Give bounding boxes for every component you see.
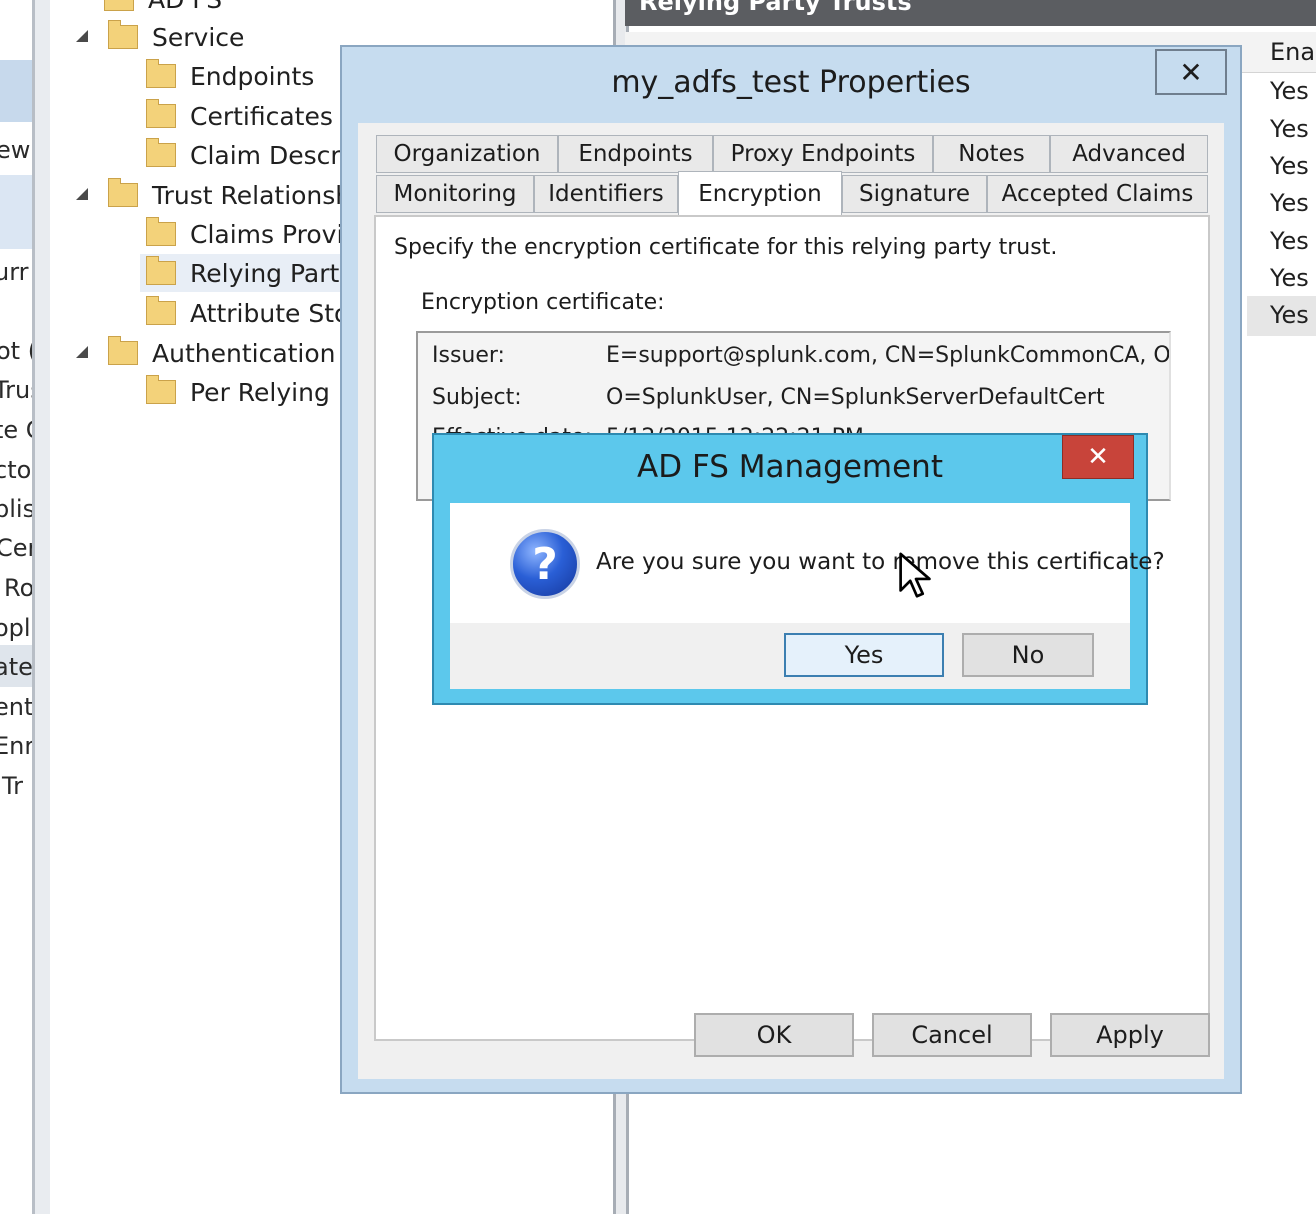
expand-arrow-icon[interactable] xyxy=(74,188,88,202)
tree-item-service[interactable]: Service xyxy=(74,18,244,56)
left-fragment[interactable]: urr xyxy=(0,258,29,286)
list-cell-enabled[interactable]: Yes xyxy=(1270,77,1309,105)
left-fragment[interactable]: ates xyxy=(0,653,34,681)
expand-arrow-icon[interactable] xyxy=(74,30,88,44)
no-button[interactable]: No xyxy=(962,633,1094,677)
yes-button[interactable]: Yes xyxy=(784,633,944,677)
tree-item-attribute-stores[interactable]: Attribute Sto xyxy=(146,294,349,332)
pane-splitter[interactable] xyxy=(32,0,50,1214)
mouse-pointer-icon xyxy=(899,552,931,598)
ok-button[interactable]: OK xyxy=(694,1013,854,1057)
left-fragment[interactable]: cto xyxy=(0,456,31,484)
expand-arrow-icon[interactable] xyxy=(74,346,88,360)
tree-item-adfs[interactable]: AD FS xyxy=(104,0,222,18)
list-cell-enabled[interactable]: Yes xyxy=(1270,152,1309,180)
apply-button[interactable]: Apply xyxy=(1050,1013,1210,1057)
subject-value: O=SplunkUser, CN=SplunkServerDefaultCert xyxy=(606,385,1105,410)
list-pane-title: Relying Party Trusts xyxy=(639,0,912,16)
close-icon: ✕ xyxy=(1087,442,1109,472)
tree-item-label: Endpoints xyxy=(190,61,315,91)
folder-icon xyxy=(146,59,176,88)
folder-icon xyxy=(146,375,176,404)
cancel-button[interactable]: Cancel xyxy=(872,1013,1032,1057)
list-cell-enabled[interactable]: Yes xyxy=(1270,227,1309,255)
tab-organization[interactable]: Organization xyxy=(376,135,558,173)
question-icon: ? xyxy=(510,529,580,599)
tree-item-label: Service xyxy=(152,22,245,52)
panel-description: Specify the encryption certificate for t… xyxy=(394,235,1058,260)
confirm-message: Are you sure you want to remove this cer… xyxy=(596,549,1165,575)
folder-icon xyxy=(104,0,134,11)
close-icon: ✕ xyxy=(1179,55,1203,89)
list-cell-enabled[interactable]: Yes xyxy=(1270,189,1309,217)
tree-item-label: Trust Relationshi xyxy=(152,180,359,210)
folder-icon xyxy=(146,217,176,246)
tree-item-trust-relationships[interactable]: Trust Relationshi xyxy=(74,176,358,214)
column-header-enabled[interactable]: Enab xyxy=(1270,38,1316,66)
list-cell-enabled[interactable]: Yes xyxy=(1270,115,1309,143)
tree-item-claim-descriptions[interactable]: Claim Descri xyxy=(146,136,348,174)
left-fragment[interactable]: te C xyxy=(0,416,34,444)
list-pane-header: Relying Party Trusts xyxy=(625,0,1316,26)
tree-item-label: AD FS xyxy=(148,0,222,14)
left-fragment[interactable]: Tr xyxy=(2,772,23,800)
issuer-label: Issuer: xyxy=(432,343,505,368)
list-cell-enabled[interactable]: Yes xyxy=(1270,264,1309,292)
tree-item-per-relying-party[interactable]: Per Relying P xyxy=(146,373,353,411)
tab-encryption[interactable]: Encryption xyxy=(678,171,842,215)
tab-signature[interactable]: Signature xyxy=(842,175,987,213)
tree-item-label: Attribute Sto xyxy=(190,298,350,328)
folder-icon xyxy=(146,296,176,325)
folder-icon xyxy=(108,336,138,365)
tree-item-endpoints[interactable]: Endpoints xyxy=(146,57,314,95)
pane-highlight xyxy=(0,60,34,122)
close-button[interactable]: ✕ xyxy=(1062,435,1134,479)
folder-icon xyxy=(146,138,176,167)
tree-item-label: Relying Party xyxy=(190,258,355,288)
folder-icon xyxy=(108,20,138,49)
folder-icon xyxy=(146,99,176,128)
folder-icon xyxy=(146,256,176,285)
tab-identifiers[interactable]: Identifiers xyxy=(534,175,678,213)
tree-item-authentication-policies[interactable]: Authentication P xyxy=(74,334,359,372)
tab-advanced[interactable]: Advanced xyxy=(1050,135,1208,173)
left-fragment[interactable]: ew xyxy=(0,136,30,164)
left-fragment[interactable]: Trus xyxy=(0,376,34,404)
left-fragment[interactable]: opl xyxy=(0,614,31,642)
subject-label: Subject: xyxy=(432,385,522,410)
tree-item-label: Certificates xyxy=(190,101,333,131)
left-fragment[interactable]: Enr xyxy=(0,732,34,760)
list-cell-enabled[interactable]: Yes xyxy=(1270,301,1309,329)
actions-pane-edge: ew urr ot ( Trus te C cto blis Cert Ro o… xyxy=(0,0,34,1214)
tree-item-label: Claim Descri xyxy=(190,140,348,170)
issuer-value: E=support@splunk.com, CN=SplunkCommonCA,… xyxy=(606,343,1171,368)
confirm-dialog: AD FS Management ✕ ? Are you sure you wa… xyxy=(432,433,1165,705)
tab-proxy-endpoints[interactable]: Proxy Endpoints xyxy=(713,135,933,173)
dialog-title: my_adfs_test Properties xyxy=(611,65,971,100)
tree-item-label: Per Relying P xyxy=(190,377,353,407)
message-area: ? Are you sure you want to remove this c… xyxy=(450,503,1165,623)
pane-highlight xyxy=(0,175,34,249)
dialog-title: AD FS Management xyxy=(637,449,943,485)
left-fragment[interactable]: blis xyxy=(0,495,34,523)
button-area: Yes No xyxy=(450,623,1130,689)
tab-endpoints[interactable]: Endpoints xyxy=(558,135,713,173)
tree-item-label: Authentication P xyxy=(152,338,359,368)
left-fragment[interactable]: Cert xyxy=(0,534,34,562)
folder-icon xyxy=(108,178,138,207)
tab-notes[interactable]: Notes xyxy=(933,135,1050,173)
left-fragment[interactable]: Ro xyxy=(4,574,34,602)
left-fragment[interactable]: ot ( xyxy=(0,337,34,365)
tab-monitoring[interactable]: Monitoring xyxy=(376,175,534,213)
tree-item-claims-provider[interactable]: Claims Provi xyxy=(146,215,343,253)
left-fragment[interactable]: ent xyxy=(0,693,33,721)
tree-item-label: Claims Provi xyxy=(190,219,344,249)
encryption-certificate-label: Encryption certificate: xyxy=(421,290,665,315)
tree-item-certificates[interactable]: Certificates xyxy=(146,97,333,135)
tab-accepted-claims[interactable]: Accepted Claims xyxy=(987,175,1208,213)
close-button[interactable]: ✕ xyxy=(1155,49,1227,95)
